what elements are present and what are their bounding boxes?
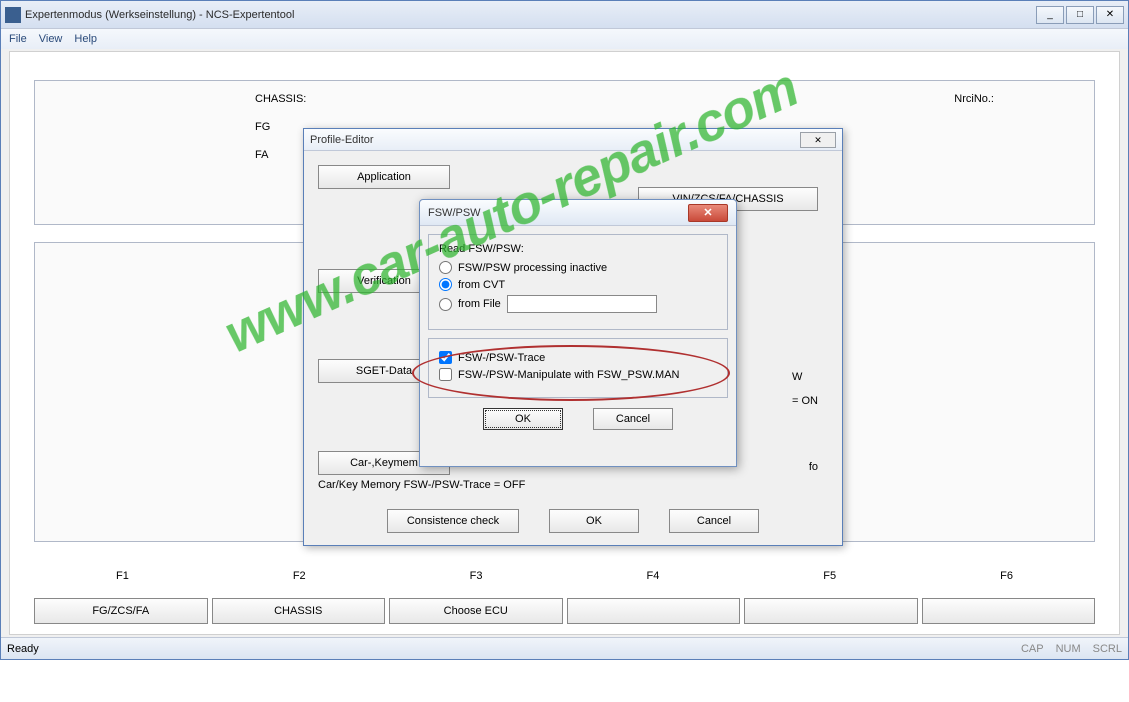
titlebar: Expertenmodus (Werkseinstellung) - NCS-E… [1, 1, 1128, 29]
radio-processing-inactive[interactable]: FSW/PSW processing inactive [439, 261, 717, 274]
app-icon [5, 7, 21, 23]
window-controls: _ □ ✕ [1036, 6, 1124, 24]
radio-from-file[interactable]: from File [439, 295, 717, 313]
radio-from-file-input[interactable] [439, 298, 452, 311]
checkbox-manipulate[interactable]: FSW-/PSW-Manipulate with FSW_PSW.MAN [439, 368, 717, 381]
fsw-title: FSW/PSW [428, 207, 688, 219]
fsw-psw-dialog: FSW/PSW ✕ Read FSW/PSW: FSW/PSW processi… [419, 199, 737, 467]
fkey-labels: F1 F2 F3 F4 F5 F6 [34, 570, 1095, 582]
checkbox-trace-label: FSW-/PSW-Trace [458, 352, 545, 364]
side-w-text: W= ON [792, 371, 818, 407]
fsw-body: Read FSW/PSW: FSW/PSW processing inactiv… [420, 226, 736, 438]
fkey-f6: F6 [918, 570, 1095, 582]
fbtn-fg-zcs-fa[interactable]: FG/ZCS/FA [34, 598, 208, 624]
maximize-button[interactable]: □ [1066, 6, 1094, 24]
fbtn-6[interactable] [922, 598, 1096, 624]
fbtn-5[interactable] [744, 598, 918, 624]
fsw-cancel-button[interactable]: Cancel [593, 408, 673, 430]
fbtn-choose-ecu[interactable]: Choose ECU [389, 598, 563, 624]
window-title: Expertenmodus (Werkseinstellung) - NCS-E… [25, 9, 1036, 21]
status-scrl: SCRL [1093, 643, 1122, 655]
read-fsw-group: Read FSW/PSW: FSW/PSW processing inactiv… [428, 234, 728, 330]
carkey-trace-text: Car/Key Memory FSW-/PSW-Trace = OFF [318, 479, 525, 491]
fsw-close-button[interactable]: ✕ [688, 204, 728, 222]
fkey-f5: F5 [741, 570, 918, 582]
menu-help[interactable]: Help [74, 33, 97, 45]
checkbox-manipulate-input[interactable] [439, 368, 452, 381]
fkey-f2: F2 [211, 570, 388, 582]
chassis-label: CHASSIS: [255, 93, 306, 105]
checkbox-trace[interactable]: FSW-/PSW-Trace [439, 351, 717, 364]
profile-ok-button[interactable]: OK [549, 509, 639, 533]
fa-label: FA [255, 149, 268, 161]
checkbox-manipulate-label: FSW-/PSW-Manipulate with FSW_PSW.MAN [458, 369, 679, 381]
profile-bottom-buttons: Consistence check OK Cancel [304, 509, 842, 533]
status-indicators: CAP NUM SCRL [1021, 643, 1122, 655]
fbtn-4[interactable] [567, 598, 741, 624]
radio-from-cvt-input[interactable] [439, 278, 452, 291]
radio-from-file-label: from File [458, 298, 501, 310]
radio-from-cvt-label: from CVT [458, 279, 505, 291]
profile-titlebar: Profile-Editor ✕ [304, 129, 842, 151]
function-buttons: FG/ZCS/FA CHASSIS Choose ECU [34, 598, 1095, 624]
info-text: fo [809, 461, 818, 473]
from-file-input[interactable] [507, 295, 657, 313]
consistence-check-button[interactable]: Consistence check [387, 509, 519, 533]
menubar: File View Help [1, 29, 1128, 49]
profile-title: Profile-Editor [310, 134, 800, 146]
application-button[interactable]: Application [318, 165, 450, 189]
fsw-bottom-buttons: OK Cancel [428, 408, 728, 430]
radio-processing-inactive-input[interactable] [439, 261, 452, 274]
status-ready: Ready [7, 643, 1021, 655]
menu-file[interactable]: File [9, 33, 27, 45]
checkbox-trace-input[interactable] [439, 351, 452, 364]
fsw-ok-button[interactable]: OK [483, 408, 563, 430]
nrcino-label: NrciNo.: [954, 93, 994, 105]
fkey-f4: F4 [564, 570, 741, 582]
minimize-button[interactable]: _ [1036, 6, 1064, 24]
fbtn-chassis[interactable]: CHASSIS [212, 598, 386, 624]
radio-processing-inactive-label: FSW/PSW processing inactive [458, 262, 607, 274]
statusbar: Ready CAP NUM SCRL [1, 637, 1128, 659]
profile-cancel-button[interactable]: Cancel [669, 509, 759, 533]
close-button[interactable]: ✕ [1096, 6, 1124, 24]
status-num: NUM [1056, 643, 1081, 655]
fkey-f1: F1 [34, 570, 211, 582]
fkey-f3: F3 [388, 570, 565, 582]
fsw-options-group: FSW-/PSW-Trace FSW-/PSW-Manipulate with … [428, 338, 728, 398]
fg-label: FG [255, 121, 270, 133]
profile-close-button[interactable]: ✕ [800, 132, 836, 148]
radio-from-cvt[interactable]: from CVT [439, 278, 717, 291]
fsw-titlebar: FSW/PSW ✕ [420, 200, 736, 226]
status-cap: CAP [1021, 643, 1044, 655]
read-fsw-label: Read FSW/PSW: [439, 243, 717, 255]
menu-view[interactable]: View [39, 33, 63, 45]
